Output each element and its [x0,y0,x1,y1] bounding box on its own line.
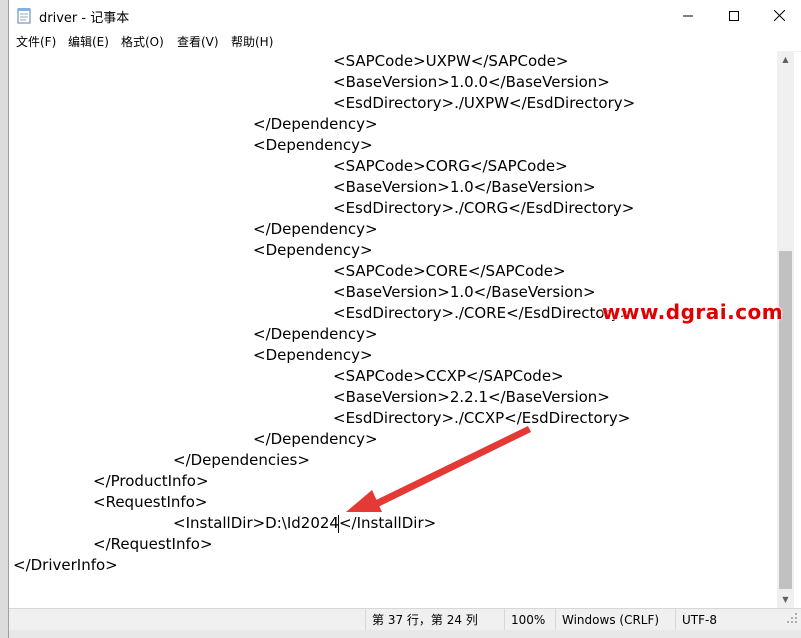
background-strip [9,630,801,638]
scroll-up-icon[interactable]: ▲ [777,51,794,68]
text-line: <EsdDirectory>./CORG</EsdDirectory> [333,199,635,217]
text-line: <EsdDirectory>./UXPW</EsdDirectory> [333,94,636,112]
text-line: <BaseVersion>2.2.1</BaseVersion> [333,388,610,406]
status-encoding: UTF-8 [675,609,785,631]
menu-format[interactable]: 格式(O) [121,33,164,50]
text-editor-area[interactable]: <SAPCode>UXPW</SAPCode> <BaseVersion>1.0… [9,51,777,608]
scroll-down-icon[interactable]: ▼ [777,591,794,608]
status-line-ending: Windows (CRLF) [555,609,675,631]
minimize-icon [683,15,693,16]
text-line: <Dependency> [253,346,373,364]
maximize-button[interactable] [711,0,757,31]
menu-edit[interactable]: 编辑(E) [68,33,109,50]
menu-view[interactable]: 查看(V) [177,33,219,50]
title-bar[interactable]: driver - 记事本 [9,0,801,31]
text-line: <RequestInfo> [93,493,208,511]
text-line: </Dependency> [253,430,378,448]
status-zoom: 100% [504,609,555,631]
text-line: <SAPCode>CCXP</SAPCode> [333,367,564,385]
menu-bar: 文件(F) 编辑(E) 格式(O) 查看(V) 帮助(H) [9,31,801,52]
menu-file[interactable]: 文件(F) [16,33,56,50]
text-line: <EsdDirectory>./CCXP</EsdDirectory> [333,409,631,427]
text-line: <SAPCode>UXPW</SAPCode> [333,52,569,70]
close-button[interactable] [756,0,801,31]
status-bar: 第 37 行，第 24 列 100% Windows (CRLF) UTF-8 [9,608,801,631]
text-line: </Dependency> [253,325,378,343]
text-line: <SAPCode>CORG</SAPCode> [333,157,568,175]
text-line: <Dependency> [253,136,373,154]
maximize-icon [729,10,739,21]
menu-help[interactable]: 帮助(H) [231,33,273,50]
close-icon [773,10,785,21]
text-line: <BaseVersion>1.0.0</BaseVersion> [333,73,610,91]
resize-grip-icon[interactable] [785,611,799,625]
text-line: <SAPCode>CORE</SAPCode> [333,262,566,280]
text-line: </RequestInfo> [93,535,213,553]
text-caret [338,515,339,533]
text-line: </DriverInfo> [13,556,118,574]
vertical-scrollbar[interactable]: ▲ ▼ [777,51,794,608]
text-line: </Dependencies> [173,451,310,469]
text-line: <BaseVersion>1.0</BaseVersion> [333,178,596,196]
text-line: <BaseVersion>1.0</BaseVersion> [333,283,596,301]
notepad-app-icon [17,8,31,24]
text-line: <Dependency> [253,241,373,259]
text-line: <EsdDirectory>./CORE</EsdDirectory> [333,304,633,322]
minimize-button[interactable] [665,0,711,31]
status-cursor-position: 第 37 行，第 24 列 [365,609,504,631]
text-line: </ProductInfo> [93,472,209,490]
text-line: </Dependency> [253,115,378,133]
watermark-text: www.dgrai.com [602,300,784,324]
background-window-edge [0,0,8,638]
window-title: driver - 记事本 [39,11,130,26]
text-line: <InstallDir>D:\Id2024</InstallDir> [173,514,437,532]
text-line: </Dependency> [253,220,378,238]
